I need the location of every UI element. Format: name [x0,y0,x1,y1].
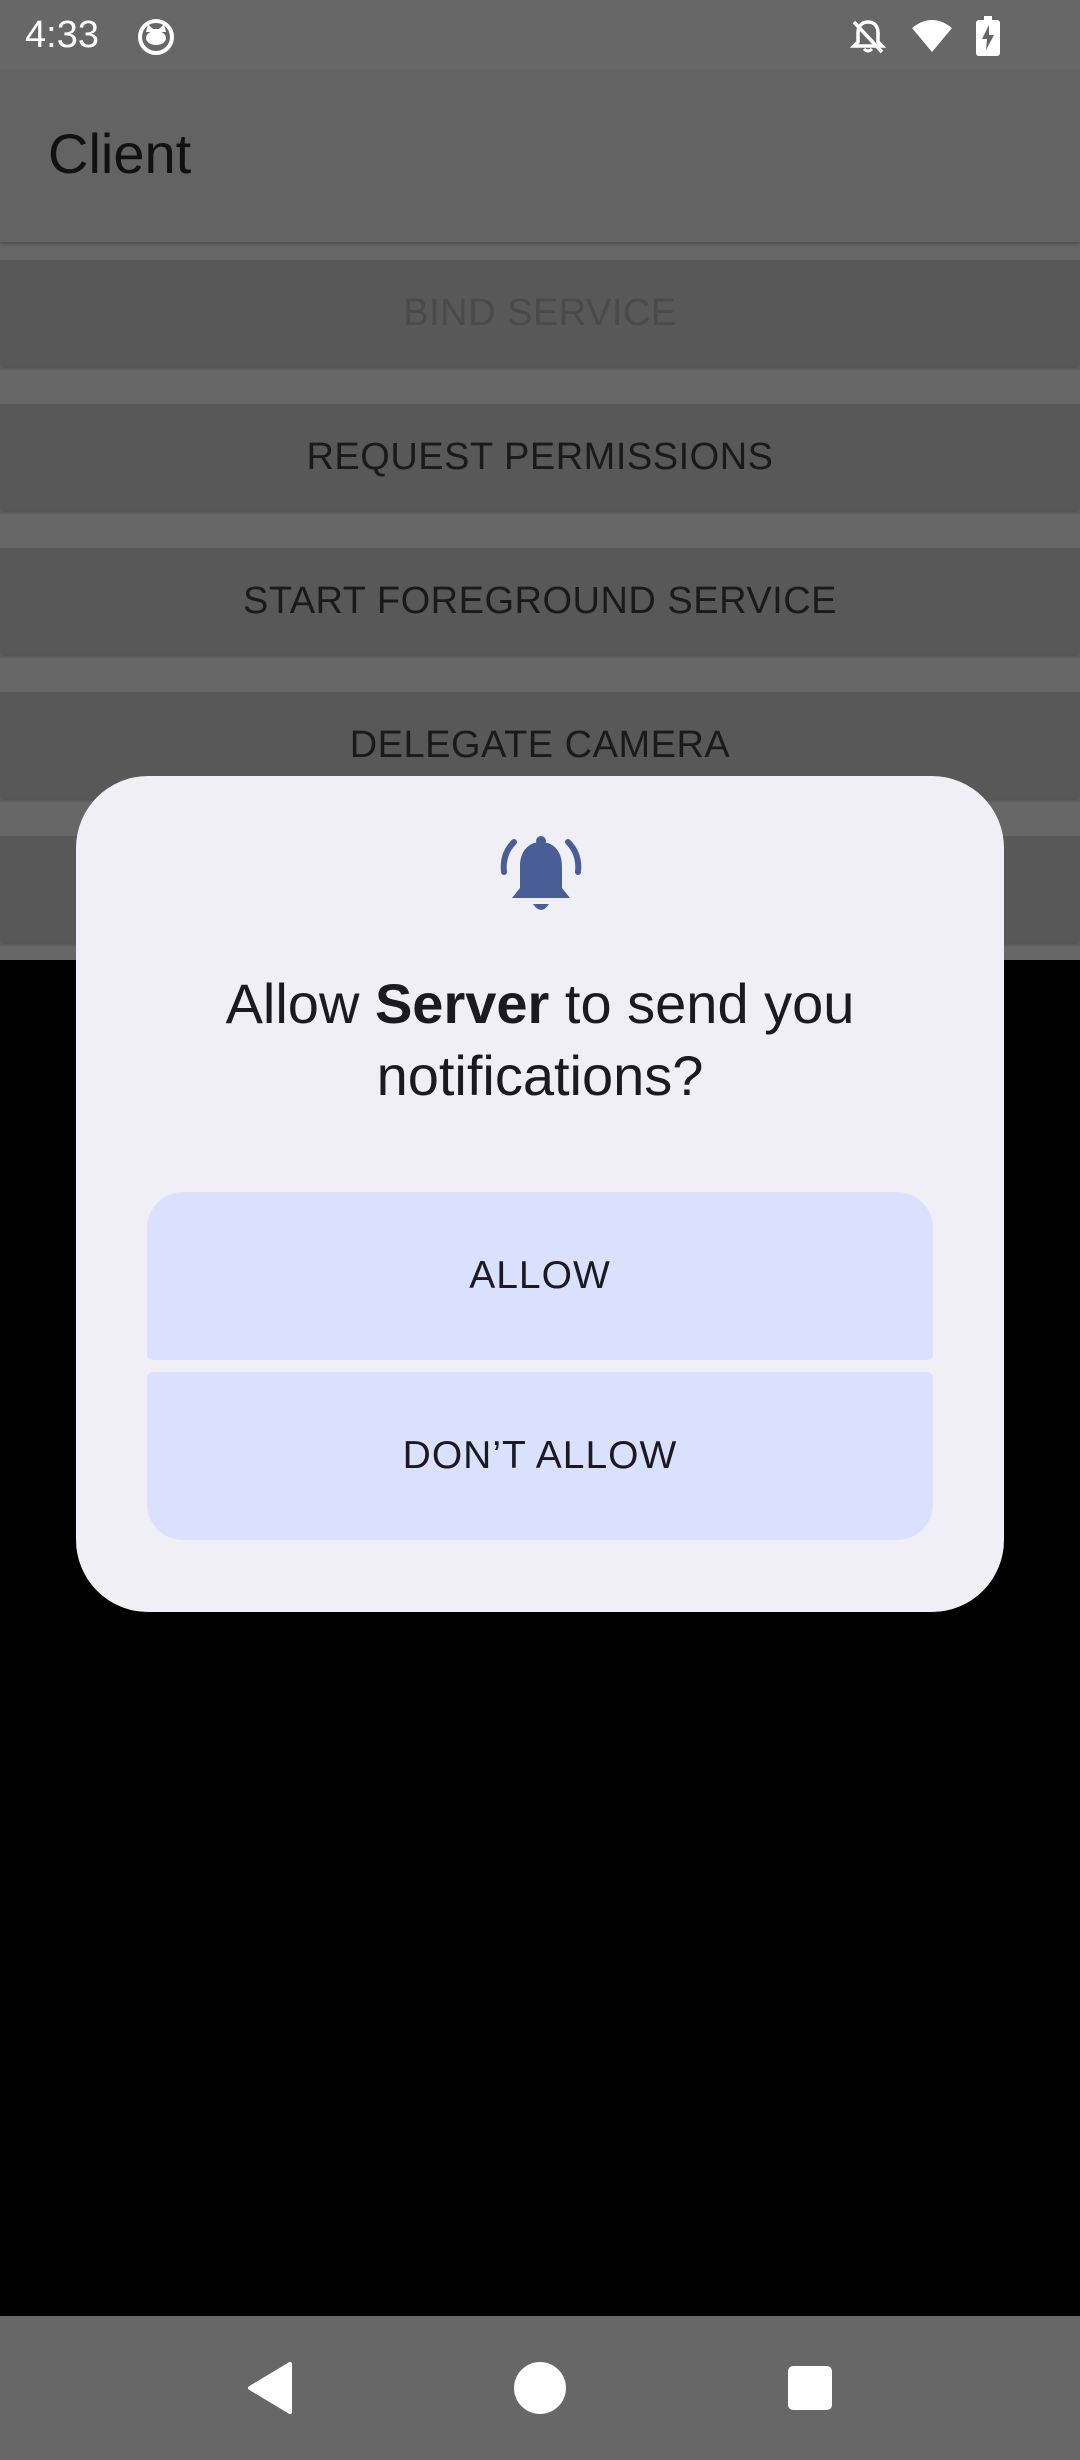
status-time: 4:33 [25,14,99,56]
status-bar: 4:33 [0,0,1080,70]
navigation-bar [0,2316,1080,2460]
wifi-icon [910,18,954,54]
status-icons [848,14,1000,58]
page-title: Client [48,122,192,185]
permission-dialog: Allow Server to send you notifications? … [76,776,1004,1612]
dialog-app-name: Server [374,972,550,1035]
dialog-title: Allow Server to send you notifications? [116,968,964,1112]
dialog-title-prefix: Allow [225,972,375,1035]
home-icon[interactable] [508,2356,572,2420]
bind-service-button[interactable]: BIND SERVICE [0,260,1080,366]
start-foreground-service-button[interactable]: START FOREGROUND SERVICE [0,548,1080,654]
allow-button[interactable]: ALLOW [147,1192,933,1360]
app-bar: Client [0,70,1080,242]
dont-allow-button[interactable]: DON’T ALLOW [147,1372,933,1540]
notifications-off-icon [848,16,888,56]
request-permissions-button[interactable]: REQUEST PERMISSIONS [0,404,1080,510]
battery-charging-icon [976,16,1000,56]
bell-ringing-icon [500,834,582,920]
app-cat-icon [136,16,176,56]
recents-icon[interactable] [778,2356,842,2420]
back-icon[interactable] [238,2356,302,2420]
